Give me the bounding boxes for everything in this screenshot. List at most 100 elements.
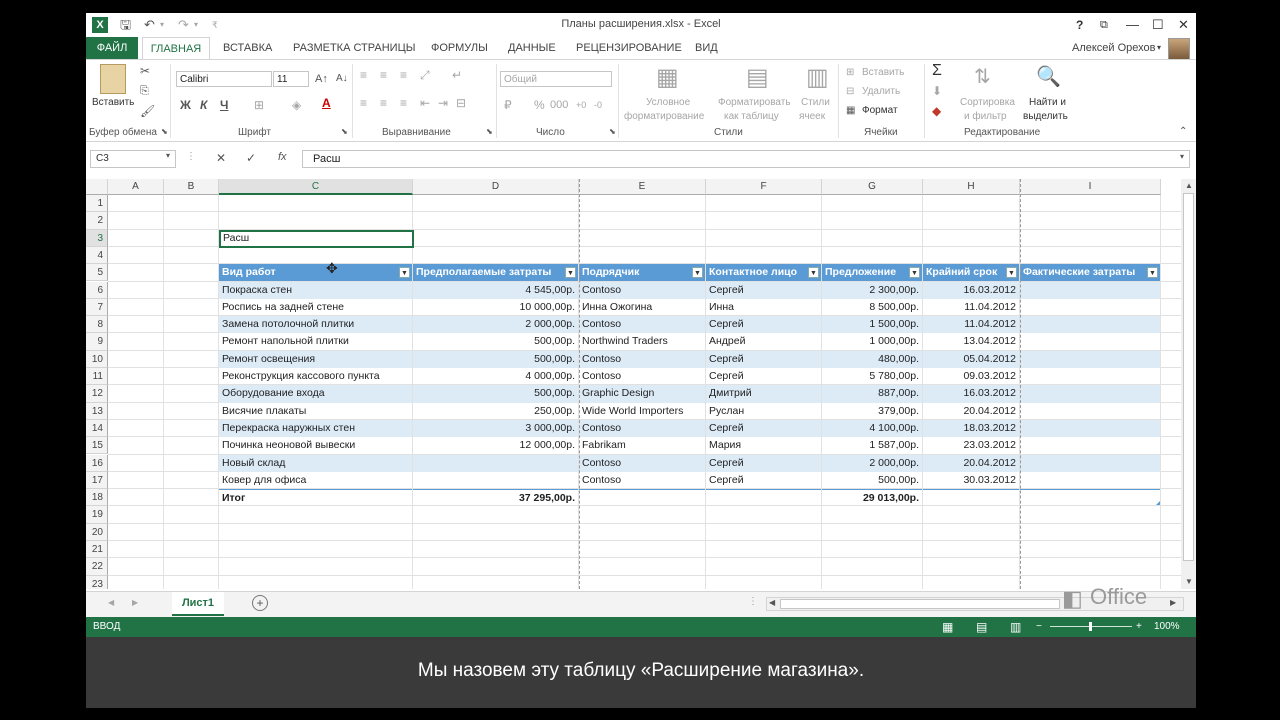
cell-styles-icon[interactable]: ▥	[806, 64, 829, 92]
table-header-cell[interactable]: Крайний срок	[923, 264, 1019, 282]
paste-button[interactable]: Вставить	[92, 96, 134, 109]
table-cell[interactable]: Замена потолочной плитки	[219, 316, 412, 334]
table-cell[interactable]: 379,00р.	[822, 403, 922, 420]
table-cell[interactable]: Починка неоновой вывески	[219, 437, 412, 454]
table-cell[interactable]: 1 500,00р.	[822, 316, 922, 334]
ribbon-display-icon[interactable]: ⧉	[1100, 15, 1108, 35]
column-header-d[interactable]: D	[413, 179, 579, 195]
table-cell[interactable]: 30.03.2012	[923, 472, 1019, 489]
table-header-cell[interactable]: Вид работ	[219, 264, 412, 282]
help-button[interactable]: ?	[1076, 15, 1083, 35]
user-name[interactable]: Алексей Орехов	[1072, 37, 1156, 59]
table-cell[interactable]: Сергей	[706, 454, 821, 472]
font-size-select[interactable]: 11	[273, 71, 309, 87]
table-cell[interactable]	[1020, 454, 1160, 472]
row-header-18[interactable]: 18	[86, 489, 108, 507]
table-cell[interactable]: 10 000,00р.	[413, 299, 578, 316]
table-cell[interactable]: 4 000,00р.	[413, 368, 578, 385]
next-sheet-icon[interactable]: ▶	[132, 598, 138, 607]
normal-view-icon[interactable]: ▦	[942, 617, 953, 637]
grow-font-icon[interactable]: A↑	[315, 72, 328, 86]
table-cell[interactable]: Сергей	[706, 316, 821, 334]
increase-indent-icon[interactable]: ⇥	[438, 96, 448, 110]
table-cell[interactable]: Андрей	[706, 333, 821, 350]
row-header-15[interactable]: 15	[86, 437, 108, 455]
table-cell[interactable]: 1 587,00р.	[822, 437, 922, 454]
copy-icon[interactable]: ⎘	[140, 84, 149, 98]
table-cell[interactable]: 887,00р.	[822, 385, 922, 403]
table-cell[interactable]: 8 500,00р.	[822, 299, 922, 316]
table-cell[interactable]: 11.04.2012	[923, 316, 1019, 334]
total-row-cell[interactable]	[923, 489, 1019, 506]
table-cell[interactable]: 18.03.2012	[923, 419, 1019, 438]
table-cell[interactable]: Ремонт освещения	[219, 350, 412, 368]
row-header-8[interactable]: 8	[86, 316, 108, 334]
filter-dropdown-icon[interactable]: ▼	[399, 267, 410, 279]
table-cell[interactable]: 500,00р.	[413, 333, 578, 350]
table-cell[interactable]: 3 000,00р.	[413, 419, 578, 438]
table-cell[interactable]: Сергей	[706, 350, 821, 368]
table-cell[interactable]: Роспись на задней стене	[219, 299, 412, 316]
table-cell[interactable]	[1020, 333, 1160, 350]
row-header-11[interactable]: 11	[86, 368, 108, 386]
horizontal-scroll-thumb[interactable]	[780, 599, 1060, 609]
total-row-cell[interactable]	[579, 489, 705, 506]
row-header-21[interactable]: 21	[86, 541, 108, 559]
table-cell[interactable]: 4 545,00р.	[413, 281, 578, 299]
row-header-7[interactable]: 7	[86, 298, 108, 317]
table-cell[interactable]: Сергей	[706, 419, 821, 438]
column-header-c[interactable]: C	[219, 179, 413, 195]
table-cell[interactable]: Дмитрий	[706, 385, 821, 403]
table-cell[interactable]: Новый склад	[219, 454, 412, 472]
tab-insert[interactable]: ВСТАВКА	[223, 37, 272, 59]
table-cell[interactable]: Мария	[706, 437, 821, 454]
borders-icon[interactable]: ⊞	[254, 98, 264, 112]
table-cell[interactable]: 20.04.2012	[923, 454, 1019, 472]
table-cell[interactable]: Contoso	[579, 419, 705, 438]
font-launcher-icon[interactable]: ⬊	[341, 127, 348, 136]
minimize-icon[interactable]: —	[1126, 15, 1139, 35]
collapse-ribbon-icon[interactable]: ⌃	[1179, 126, 1187, 137]
expand-formula-bar-icon[interactable]: ▾	[1180, 152, 1184, 161]
table-cell[interactable]: Ковер для офиса	[219, 472, 412, 489]
row-header-16[interactable]: 16	[86, 454, 108, 472]
tab-review[interactable]: РЕЦЕНЗИРОВАНИЕ	[576, 37, 682, 59]
table-cell[interactable]: Перекраска наружных стен	[219, 419, 412, 438]
scroll-up-icon[interactable]: ▲	[1185, 181, 1193, 190]
column-header-f[interactable]: F	[706, 179, 822, 195]
row-header-9[interactable]: 9	[86, 333, 108, 351]
table-cell[interactable]: 13.04.2012	[923, 333, 1019, 350]
table-cell[interactable]	[1020, 472, 1160, 489]
table-cell[interactable]: 500,00р.	[413, 385, 578, 403]
maximize-icon[interactable]: ☐	[1152, 15, 1164, 35]
sheet-tab-list1[interactable]: Лист1	[172, 592, 224, 616]
table-resize-handle-icon[interactable]	[1156, 501, 1160, 506]
row-header-13[interactable]: 13	[86, 402, 108, 420]
delete-cells-icon[interactable]: ⊟	[846, 85, 854, 98]
scroll-down-icon[interactable]: ▼	[1185, 577, 1193, 586]
column-header-e[interactable]: E	[579, 179, 706, 195]
table-cell[interactable]: Инна Ожогина	[579, 299, 705, 316]
filter-dropdown-icon[interactable]: ▼	[565, 267, 576, 279]
table-cell[interactable]: Fabrikam	[579, 437, 705, 454]
split-handle-icon[interactable]: ⋮	[748, 596, 758, 607]
vertical-scroll-thumb[interactable]	[1183, 193, 1194, 561]
tab-data[interactable]: ДАННЫЕ	[508, 37, 556, 59]
table-cell[interactable]	[1020, 403, 1160, 420]
table-cell[interactable]: 12 000,00р.	[413, 437, 578, 454]
insert-cells-button[interactable]: Вставить	[862, 66, 904, 79]
filter-dropdown-icon[interactable]: ▼	[1147, 267, 1158, 279]
fill-color-icon[interactable]: ◈	[292, 98, 301, 112]
column-header-g[interactable]: G	[822, 179, 923, 195]
align-middle-icon[interactable]: ≡	[380, 68, 387, 82]
table-cell[interactable]: 250,00р.	[413, 403, 578, 420]
table-cell[interactable]: 500,00р.	[822, 472, 922, 489]
confirm-entry-icon[interactable]: ✓	[246, 151, 256, 165]
formula-input[interactable]: Расш	[302, 150, 1190, 168]
table-cell[interactable]: 2 300,00р.	[822, 281, 922, 299]
table-header-cell[interactable]: Предполагаемые затраты	[413, 264, 578, 282]
sort-filter-button[interactable]: Сортировка	[960, 96, 1015, 109]
table-cell[interactable]: Contoso	[579, 350, 705, 368]
total-row-cell[interactable]: Итог	[219, 489, 412, 506]
conditional-formatting-icon[interactable]: ▦	[656, 64, 679, 92]
